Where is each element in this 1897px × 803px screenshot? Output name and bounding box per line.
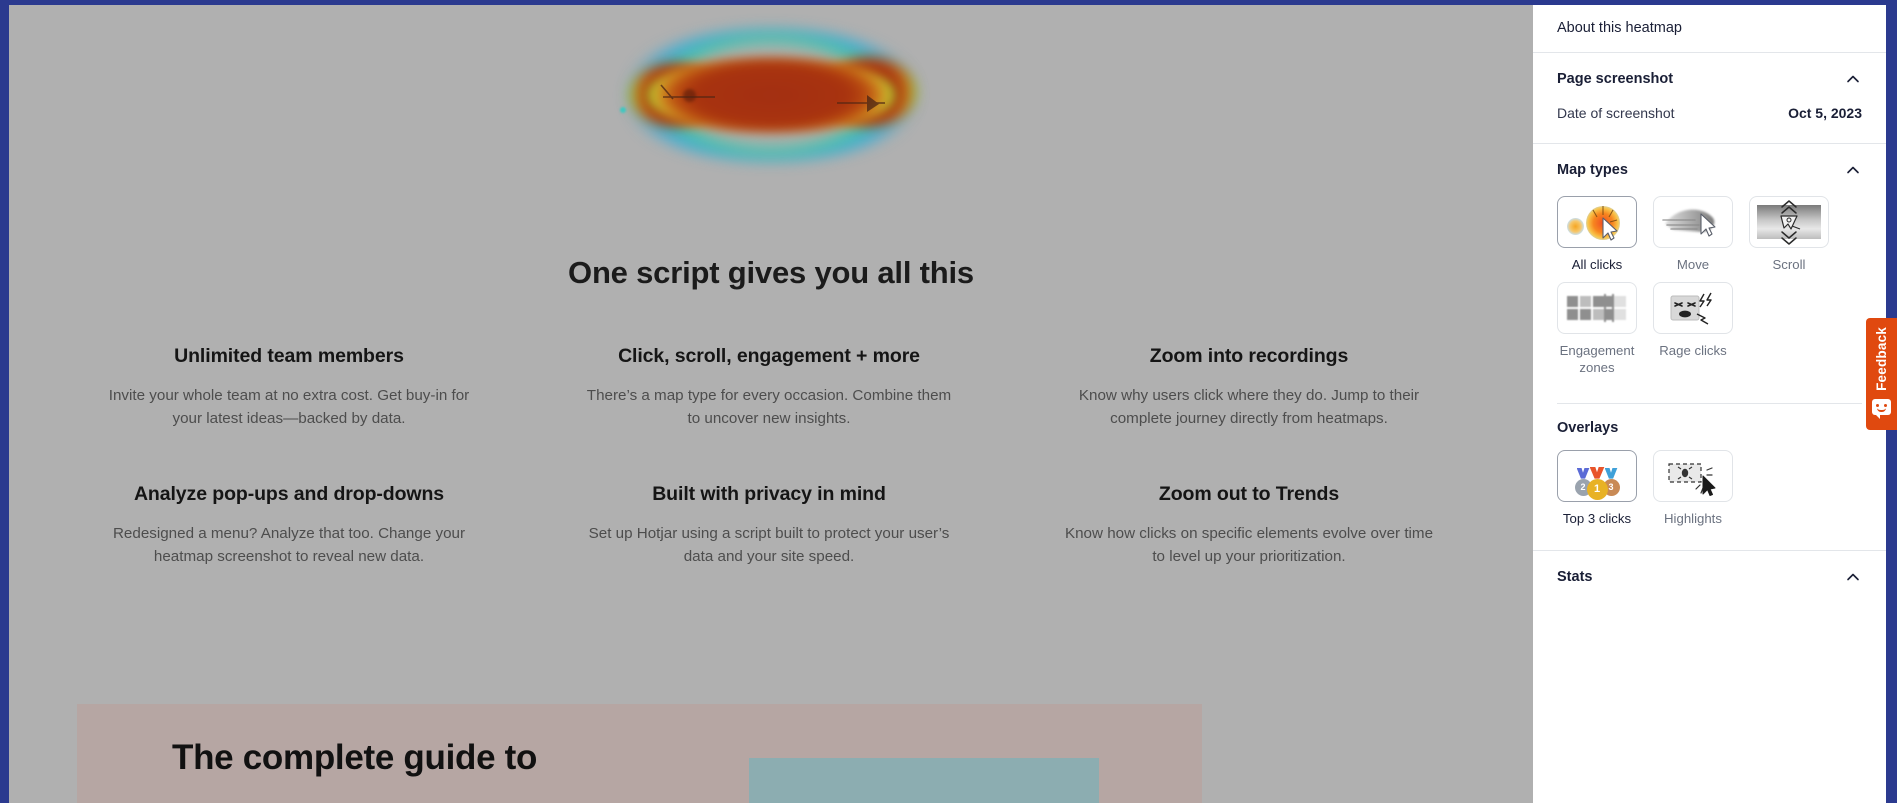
feature-title: Zoom into recordings	[1149, 345, 1349, 367]
feature-grid: Unlimited team members Invite your whole…	[49, 345, 1489, 568]
map-type-engagement-zones[interactable]: Engagement zones	[1557, 281, 1645, 377]
page-screenshot-title: Page screenshot	[1557, 71, 1674, 87]
feature-title: Analyze pop-ups and drop-downs	[133, 483, 445, 506]
chevron-up-icon[interactable]	[1844, 568, 1862, 586]
feature-description: Invite your whole team at no extra cost.…	[108, 387, 470, 428]
map-types-header[interactable]: Map types	[1533, 144, 1886, 196]
map-types-title: Map types	[1557, 162, 1628, 178]
heatmap-blob-overlay	[620, 29, 921, 161]
move-thumb[interactable]	[1653, 196, 1733, 248]
date-of-screenshot-label: Date of screenshot	[1557, 105, 1675, 121]
section-stats: Stats	[1533, 551, 1886, 603]
medal-rank: 1	[1586, 478, 1608, 500]
stats-title: Stats	[1557, 568, 1593, 585]
feedback-label: Feedback	[1874, 327, 1889, 391]
smiley-chat-icon	[1872, 398, 1891, 419]
all-clicks-thumb[interactable]	[1557, 196, 1637, 248]
feature-description: Know why users click where they do. Jump…	[1078, 387, 1420, 428]
highlights-thumb[interactable]	[1653, 449, 1733, 502]
promo-title: The complete guide to	[172, 738, 538, 777]
map-type-tiles: All clicks Move Scroll Engagement zones …	[1557, 196, 1862, 377]
engagement-zones-thumb[interactable]	[1557, 281, 1637, 334]
feature-description: Know how clicks on specific elements evo…	[1064, 525, 1434, 566]
map-type-label: Scroll	[1772, 257, 1806, 272]
move-icon	[1655, 198, 1731, 246]
feedback-tab[interactable]: Feedback	[1866, 318, 1897, 430]
feature-card-4: Analyze pop-ups and drop-downs Redesigne…	[49, 483, 529, 568]
promo-card	[749, 758, 1099, 803]
map-type-label: All clicks	[1571, 257, 1623, 272]
section-about: About this heatmap	[1533, 5, 1886, 53]
feature-description: Redesigned a menu? Analyze that too. Cha…	[112, 525, 466, 566]
overlay-label: Top 3 clicks	[1562, 510, 1632, 526]
map-type-scroll[interactable]: Scroll	[1749, 196, 1837, 274]
feature-card-2: Click, scroll, engagement + more There’s…	[529, 345, 1009, 430]
chevron-up-icon[interactable]	[1844, 161, 1862, 179]
promo-banner: The complete guide to	[77, 704, 1202, 803]
heatmap-arrows	[660, 84, 885, 112]
map-type-rage-clicks[interactable]: Rage clicks	[1653, 281, 1741, 377]
scroll-icon	[1751, 198, 1827, 246]
feature-description: There’s a map type for every occasion. C…	[586, 387, 952, 428]
engagement-zones-icon	[1559, 284, 1635, 332]
about-header: About this heatmap	[1533, 5, 1886, 52]
date-of-screenshot-value: Oct 5, 2023	[1788, 105, 1862, 121]
feature-card-3: Zoom into recordings Know why users clic…	[1009, 345, 1489, 430]
scroll-thumb[interactable]	[1749, 196, 1829, 248]
all-clicks-icon	[1559, 198, 1635, 246]
map-type-move[interactable]: Move	[1653, 196, 1741, 274]
rage-clicks-icon	[1655, 284, 1731, 332]
page-headline: One script gives you all this	[568, 255, 974, 290]
section-page-screenshot: Page screenshot Date of screenshot Oct 5…	[1533, 53, 1886, 144]
feature-card-1: Unlimited team members Invite your whole…	[49, 345, 529, 430]
map-type-label: Engagement zones	[1559, 342, 1635, 375]
overlay-top-3-clicks[interactable]: 2 1 3 Top 3 clicks	[1557, 449, 1645, 528]
chevron-up-icon[interactable]	[1844, 70, 1862, 88]
map-type-all-clicks[interactable]: All clicks	[1557, 196, 1645, 274]
browser-viewport: One script gives you all this Unlimited …	[0, 0, 1897, 803]
medals-icon: 2 1 3	[1559, 452, 1635, 500]
heatmap-page-canvas[interactable]: One script gives you all this Unlimited …	[9, 5, 1533, 803]
overlay-tiles: 2 1 3 Top 3 clicks Highlights	[1557, 449, 1862, 528]
top-3-clicks-thumb[interactable]: 2 1 3	[1557, 449, 1637, 502]
map-type-label: Move	[1676, 257, 1710, 272]
heatmap-speck	[620, 107, 626, 113]
overlays-title: Overlays	[1557, 419, 1619, 436]
feature-title: Built with privacy in mind	[652, 483, 886, 506]
map-type-label: Rage clicks	[1659, 342, 1727, 358]
overlay-label: Highlights	[1664, 510, 1722, 526]
feature-title: Zoom out to Trends	[1158, 483, 1340, 506]
feature-description: Set up Hotjar using a script built to pr…	[588, 525, 950, 566]
feature-title: Unlimited team members	[174, 345, 404, 367]
section-map-types: Map types All clicks Move Scroll Engagem…	[1533, 144, 1886, 551]
map-types-body: All clicks Move Scroll Engagement zones …	[1533, 196, 1886, 385]
heatmap-sidebar: About this heatmap Page screenshot Date …	[1533, 5, 1886, 803]
feature-title: Click, scroll, engagement + more	[618, 345, 920, 367]
overlay-highlights[interactable]: Highlights	[1653, 449, 1741, 528]
overlays-body: 2 1 3 Top 3 clicks Highlights	[1533, 449, 1886, 536]
feature-card-6: Zoom out to Trends Know how clicks on sp…	[1009, 483, 1489, 568]
stats-header[interactable]: Stats	[1533, 551, 1886, 603]
page-screenshot-header[interactable]: Page screenshot	[1533, 53, 1886, 105]
about-title: About this heatmap	[1557, 20, 1682, 36]
medal-first: 1	[1586, 466, 1608, 500]
date-of-screenshot-row: Date of screenshot Oct 5, 2023	[1533, 105, 1886, 143]
highlights-icon	[1655, 452, 1731, 500]
rage-clicks-thumb[interactable]	[1653, 281, 1733, 334]
feature-card-5: Built with privacy in mind Set up Hotjar…	[529, 483, 1009, 568]
